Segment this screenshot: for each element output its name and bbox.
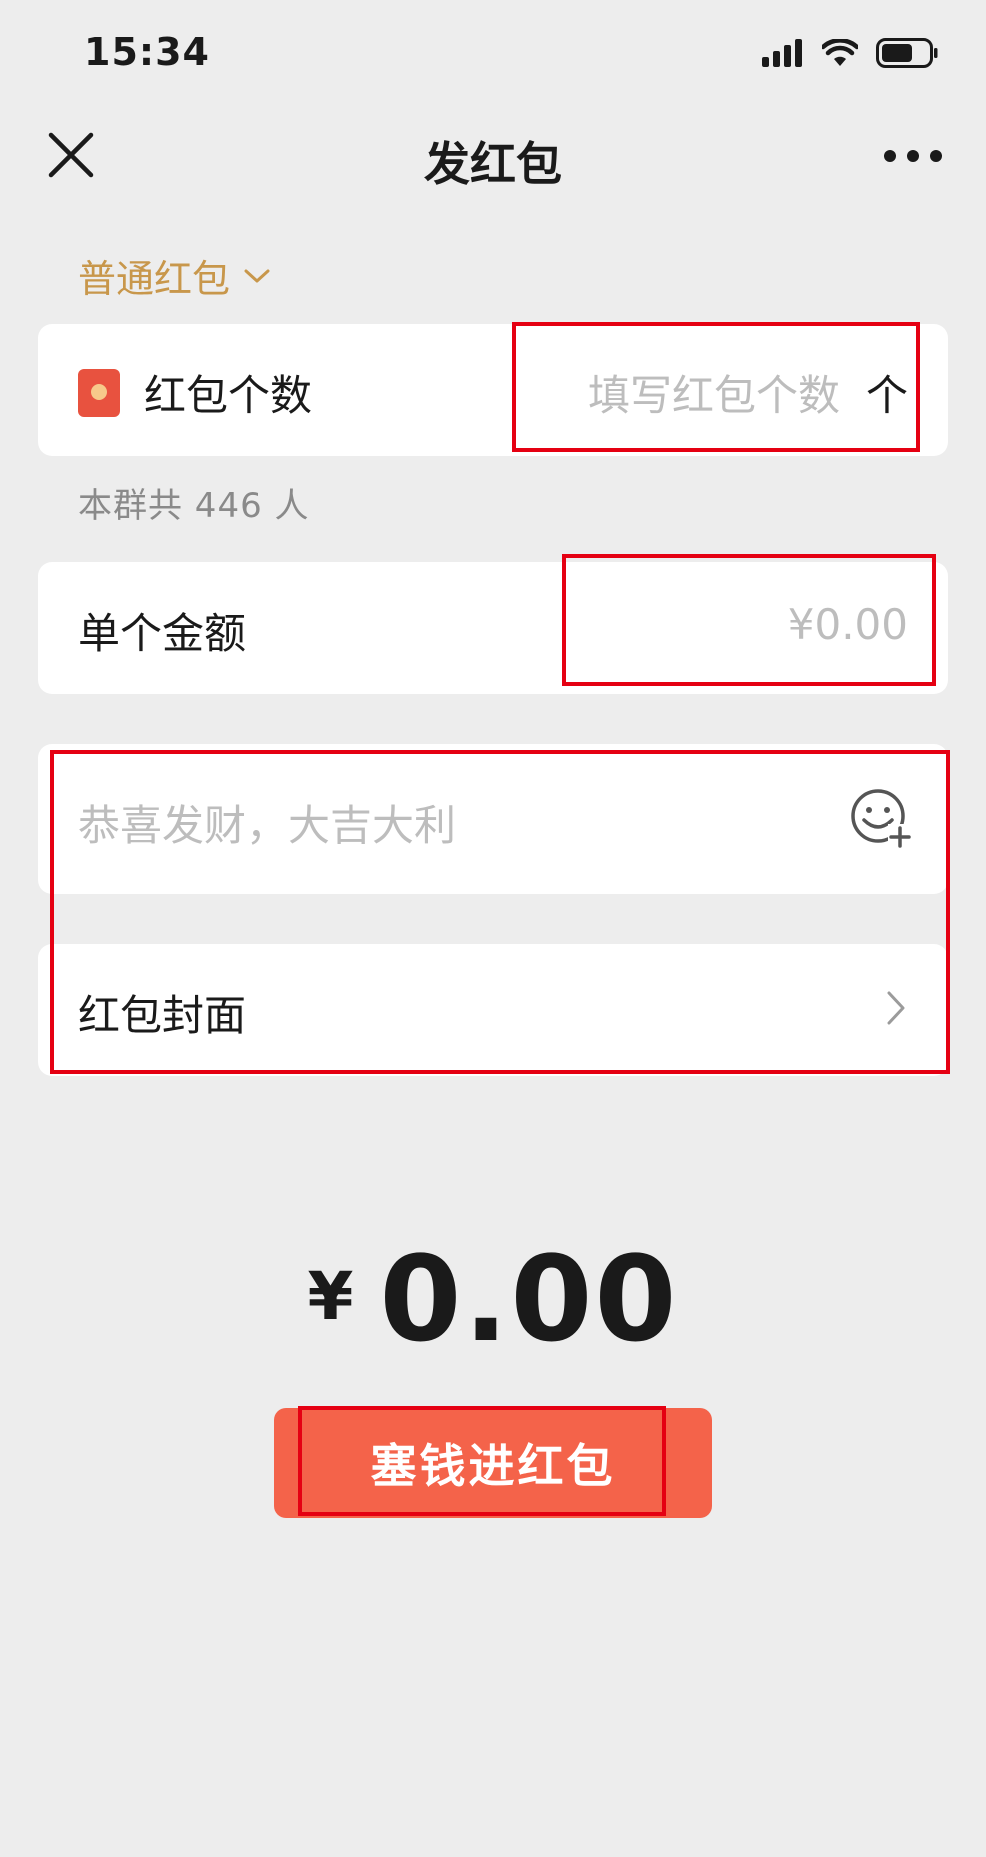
- greeting-input[interactable]: 恭喜发财，大吉大利: [78, 792, 456, 853]
- total-amount: ¥ 0.00: [0, 1240, 986, 1358]
- redpacket-type-label: 普通红包: [78, 257, 231, 301]
- wifi-icon: [822, 39, 858, 66]
- amount-label: 单个金额: [78, 609, 247, 658]
- more-button[interactable]: [884, 150, 942, 162]
- count-input[interactable]: 填写红包个数: [588, 362, 840, 423]
- greeting-card: 恭喜发财，大吉大利: [38, 744, 948, 894]
- emoji-button[interactable]: [850, 788, 914, 850]
- count-card: 红包个数 填写红包个数 个: [38, 324, 948, 456]
- chevron-right-icon: [887, 991, 905, 1025]
- more-dot-icon: [907, 150, 919, 162]
- status-time: 15:34: [84, 30, 210, 74]
- cover-label: 红包封面: [78, 991, 247, 1040]
- page-title: 发红包: [424, 137, 562, 191]
- emoji-add-icon: [851, 789, 912, 848]
- redpacket-type-selector[interactable]: 普通红包: [78, 248, 270, 303]
- submit-button[interactable]: 塞钱进红包: [274, 1408, 712, 1518]
- total-currency: ¥: [307, 1258, 354, 1335]
- more-dot-icon: [884, 150, 896, 162]
- amount-card: 单个金额 ¥0.00: [38, 562, 948, 694]
- battery-icon: [876, 38, 938, 68]
- chevron-down-icon: [244, 269, 270, 282]
- count-label: 红包个数: [144, 371, 313, 420]
- more-dot-icon: [930, 150, 942, 162]
- group-member-count: 本群共 446 人: [78, 486, 310, 526]
- count-unit: 个: [865, 371, 908, 420]
- redpacket-icon: [78, 368, 120, 417]
- signal-icon: [762, 39, 802, 67]
- cover-row[interactable]: 红包封面: [38, 944, 948, 1076]
- status-icons: [762, 38, 938, 68]
- amount-input[interactable]: ¥0.00: [788, 600, 908, 649]
- total-value: 0.00: [379, 1230, 679, 1368]
